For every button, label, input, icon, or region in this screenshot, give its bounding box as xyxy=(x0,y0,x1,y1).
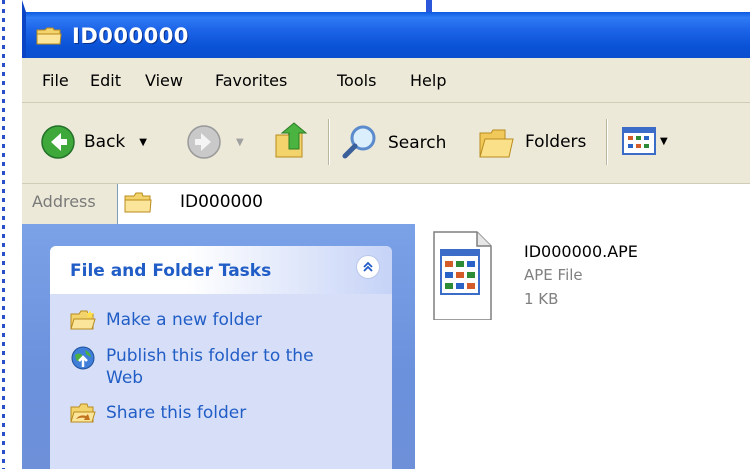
forward-dropdown-icon[interactable]: ▼ xyxy=(236,137,244,148)
up-folder-button[interactable] xyxy=(272,119,312,161)
address-input[interactable]: ID000000 xyxy=(117,184,750,224)
address-value: ID000000 xyxy=(180,192,263,212)
menu-file[interactable]: File xyxy=(42,71,69,90)
file-folder-tasks-panel: File and Folder Tasks Make a new folder xyxy=(50,246,392,469)
task-share-folder[interactable]: Share this folder xyxy=(70,402,246,424)
menu-tools[interactable]: Tools xyxy=(337,71,376,90)
views-grid-icon xyxy=(622,127,656,155)
share-folder-icon xyxy=(70,403,96,423)
menu-favorites[interactable]: Favorites xyxy=(215,71,287,90)
address-bar: Address ID000000 xyxy=(22,183,750,224)
task-publish-to-web[interactable]: Publish this folder to the Web xyxy=(70,345,350,389)
window-title: ID000000 xyxy=(72,24,189,48)
back-dropdown-icon[interactable]: ▼ xyxy=(139,137,147,148)
task-panel-title: File and Folder Tasks xyxy=(70,261,272,281)
forward-button[interactable]: ▼ xyxy=(186,124,244,160)
file-name[interactable]: ID000000.APE xyxy=(524,242,638,261)
folder-icon xyxy=(36,27,62,45)
task-pane: File and Folder Tasks Make a new folder xyxy=(22,224,415,469)
file-item[interactable] xyxy=(433,228,493,324)
publish-web-icon xyxy=(71,346,95,370)
task-make-new-folder[interactable]: Make a new folder xyxy=(70,309,262,331)
menu-help[interactable]: Help xyxy=(410,71,446,90)
menu-view[interactable]: View xyxy=(145,71,183,90)
folders-icon xyxy=(479,129,514,158)
explorer-window: ID000000 File Edit View Favorites Tools … xyxy=(22,0,750,469)
collapse-chevron-icon[interactable] xyxy=(356,255,380,279)
folders-button[interactable]: Folders xyxy=(477,123,586,161)
ape-file-icon xyxy=(433,231,492,321)
folder-icon xyxy=(124,192,152,213)
menu-bar: File Edit View Favorites Tools Help xyxy=(22,58,750,103)
left-window-edge xyxy=(0,0,22,469)
file-type: APE File xyxy=(524,266,583,284)
file-size: 1 KB xyxy=(524,290,559,308)
address-label: Address xyxy=(32,192,96,211)
title-bar[interactable]: ID000000 xyxy=(22,0,750,58)
back-arrow-icon xyxy=(41,125,75,159)
views-button[interactable]: ▼ xyxy=(622,127,668,155)
views-dropdown-icon[interactable]: ▼ xyxy=(660,136,668,147)
up-folder-icon xyxy=(275,122,308,158)
toolbar: Back ▼ ▼ Search Folders ▼ xyxy=(22,103,750,183)
new-folder-icon xyxy=(70,310,96,330)
back-button[interactable]: Back ▼ xyxy=(40,124,147,160)
menu-edit[interactable]: Edit xyxy=(90,71,121,90)
search-button[interactable]: Search xyxy=(340,123,446,163)
search-icon xyxy=(342,125,376,159)
task-panel-header[interactable]: File and Folder Tasks xyxy=(50,246,392,294)
forward-arrow-icon xyxy=(187,125,221,159)
